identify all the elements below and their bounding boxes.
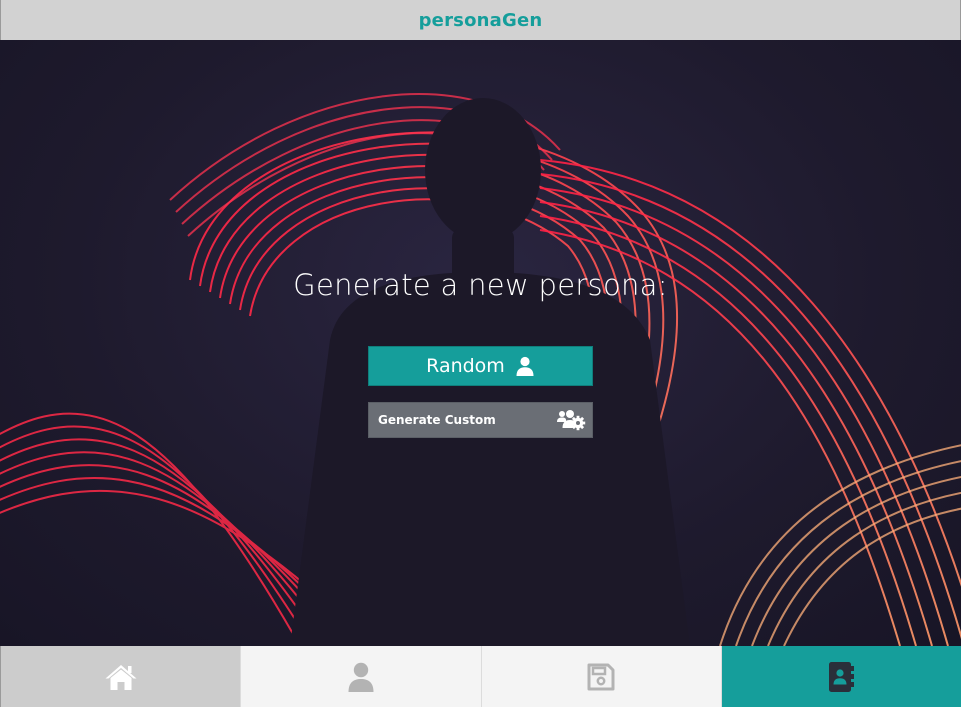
app-window: personaGen Generate a new persona: Rando… bbox=[0, 0, 961, 707]
address-book-icon bbox=[827, 661, 855, 693]
home-icon bbox=[104, 662, 138, 692]
users-cog-icon bbox=[556, 409, 586, 431]
page-heading: Generate a new persona: bbox=[293, 268, 668, 302]
user-icon bbox=[515, 356, 535, 376]
custom-button-label: Generate Custom bbox=[378, 413, 496, 427]
nav-saved[interactable] bbox=[481, 646, 722, 707]
user-icon bbox=[347, 662, 375, 692]
generate-custom-button[interactable]: Generate Custom bbox=[368, 402, 593, 438]
nav-contacts[interactable] bbox=[721, 646, 961, 707]
bottom-nav bbox=[0, 646, 961, 707]
save-icon bbox=[587, 663, 615, 691]
random-persona-button[interactable]: Random bbox=[368, 346, 593, 386]
app-header: personaGen bbox=[0, 0, 961, 40]
nav-home[interactable] bbox=[0, 646, 242, 707]
app-title: personaGen bbox=[418, 9, 543, 31]
nav-persona[interactable] bbox=[241, 646, 482, 707]
hero-content: Generate a new persona: Random Generate … bbox=[0, 40, 961, 646]
random-button-label: Random bbox=[426, 355, 505, 377]
